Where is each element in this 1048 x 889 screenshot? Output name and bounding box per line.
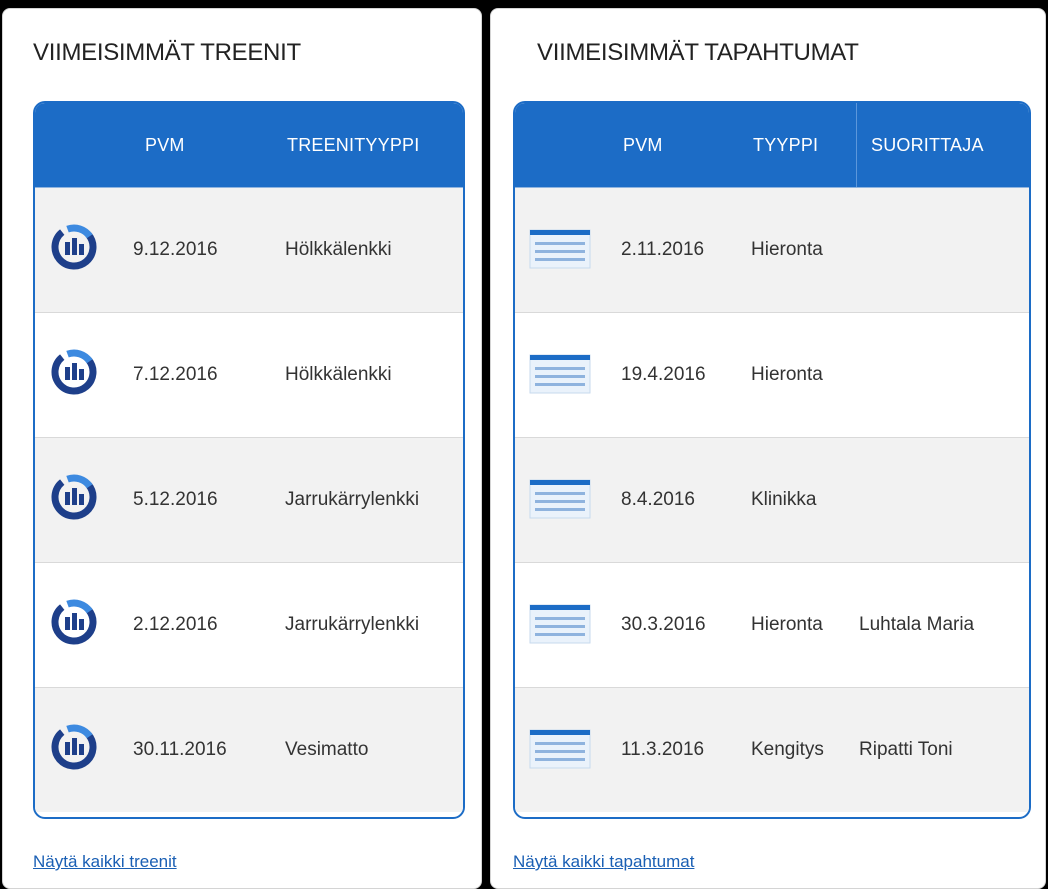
column-divider [856,103,857,187]
event-performer: Ripatti Toni [859,739,953,760]
list-icon [529,476,591,527]
show-all-workouts-link[interactable]: Näytä kaikki treenit [33,852,177,872]
workout-date: 5.12.2016 [133,489,218,510]
list-icon [529,226,591,277]
events-title: VIIMEISIMMÄT TAPAHTUMAT [537,39,859,66]
event-row[interactable]: 19.4.2016 Hieronta [515,312,1029,437]
event-date: 11.3.2016 [621,739,705,760]
workout-row[interactable]: 2.12.2016 Jarrukärrylenkki [35,562,463,687]
event-type: Hieronta [751,364,823,385]
event-row[interactable]: 8.4.2016 Klinikka [515,437,1029,562]
show-all-events-link[interactable]: Näytä kaikki tapahtumat [513,852,694,872]
events-table-header: PVM TYYPPI SUORITTAJA [515,103,1029,188]
chart-gauge-icon [49,472,99,527]
event-row[interactable]: 11.3.2016 Kengitys Ripatti Toni [515,687,1029,812]
workout-type: Hölkkälenkki [285,239,392,260]
event-date: 2.11.2016 [621,239,705,260]
event-date: 19.4.2016 [621,364,706,385]
column-header-date[interactable]: PVM [145,103,185,187]
workout-row[interactable]: 9.12.2016 Hölkkälenkki [35,188,463,312]
event-performer: Luhtala Maria [859,614,975,635]
workout-date: 2.12.2016 [133,614,218,635]
column-header-workout-type[interactable]: TREENITYYPPI [287,103,419,187]
workout-type: Jarrukärrylenkki [285,614,420,635]
workout-type: Vesimatto [285,739,369,760]
workouts-panel: VIIMEISIMMÄT TREENIT PVM TREENITYYPPI 9.… [2,8,482,889]
list-icon [529,601,591,652]
event-row[interactable]: 30.3.2016 Hieronta Luhtala Maria [515,562,1029,687]
event-date: 8.4.2016 [621,489,695,510]
workout-row[interactable]: 7.12.2016 Hölkkälenkki [35,312,463,437]
workouts-table-header: PVM TREENITYYPPI [35,103,463,188]
workout-type: Jarrukärrylenkki [285,489,420,510]
event-date: 30.3.2016 [621,614,706,635]
chart-gauge-icon [49,222,99,277]
event-row[interactable]: 2.11.2016 Hieronta [515,188,1029,312]
events-panel: VIIMEISIMMÄT TAPAHTUMAT PVM TYYPPI SUORI… [490,8,1046,889]
list-icon [529,726,591,777]
workout-type: Hölkkälenkki [285,364,392,385]
column-header-date[interactable]: PVM [623,103,663,187]
workouts-title: VIIMEISIMMÄT TREENIT [33,39,301,66]
workout-date: 30.11.2016 [133,739,227,760]
chart-gauge-icon [49,722,99,777]
workouts-table: PVM TREENITYYPPI 9.12.2016 Hölkkälenkki 7.… [33,101,465,819]
workout-row[interactable]: 5.12.2016 Jarrukärrylenkki [35,437,463,562]
event-type: Kengitys [751,739,824,760]
event-type: Hieronta [751,614,823,635]
chart-gauge-icon [49,597,99,652]
list-icon [529,351,591,402]
workout-date: 9.12.2016 [133,239,218,260]
event-type: Hieronta [751,239,823,260]
event-type: Klinikka [751,489,817,510]
column-header-performer[interactable]: SUORITTAJA [871,103,984,187]
column-header-type[interactable]: TYYPPI [753,103,818,187]
workout-row[interactable]: 30.11.2016 Vesimatto [35,687,463,812]
events-table: PVM TYYPPI SUORITTAJA 2.11.2016 Hieronta 1… [513,101,1031,819]
workout-date: 7.12.2016 [133,364,218,385]
chart-gauge-icon [49,347,99,402]
